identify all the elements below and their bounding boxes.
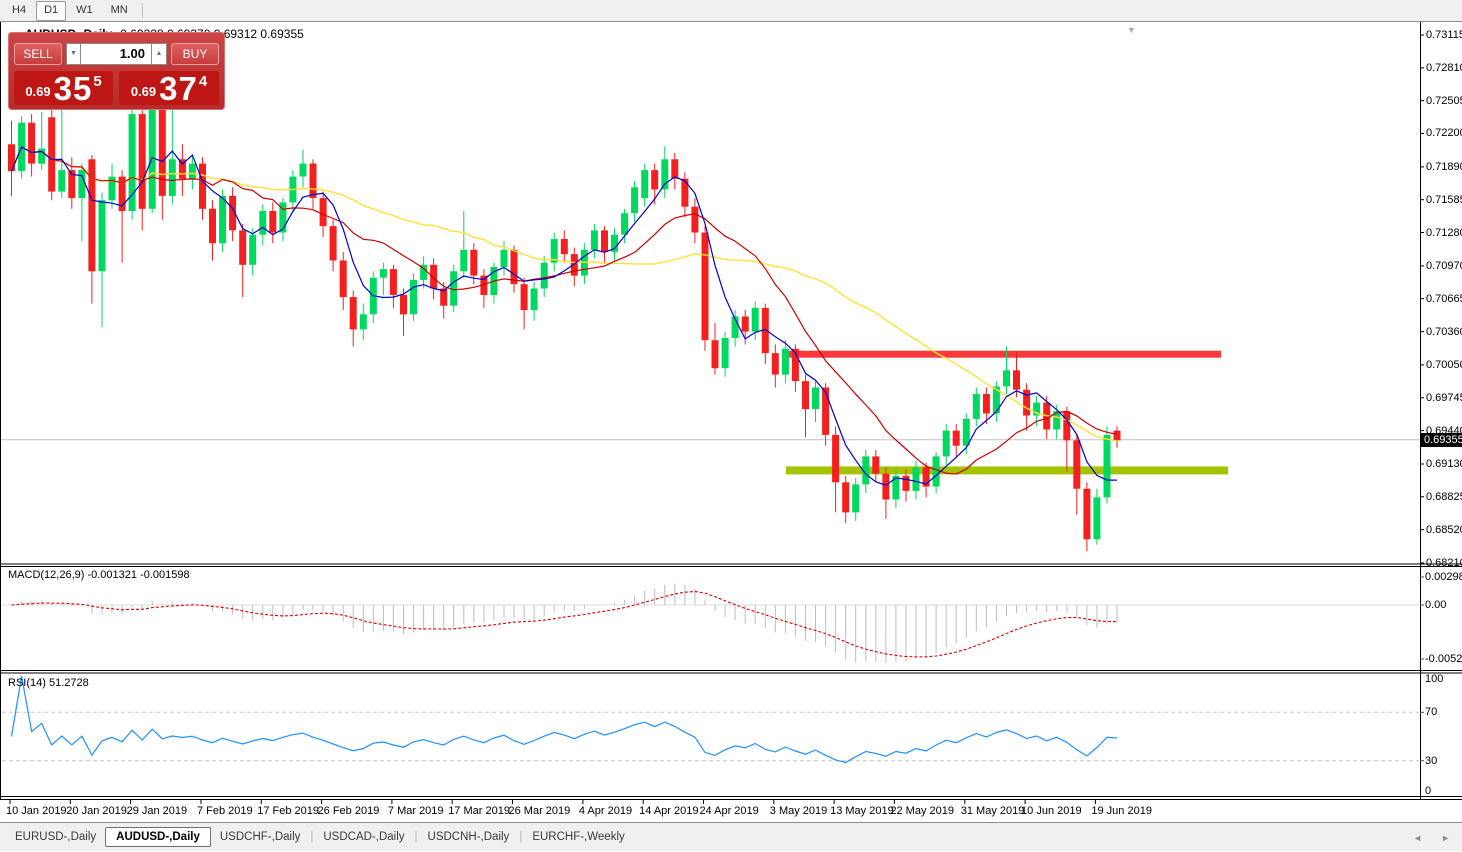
rsi-indicator-label: RSI(14) 51.2728 — [8, 677, 89, 689]
price-axis-label: 0.69745 — [1426, 391, 1462, 404]
buy-button[interactable]: BUY — [171, 43, 219, 65]
sell-price-quote[interactable]: 0.69 35 5 — [14, 71, 113, 105]
tab-scroll-left-icon[interactable]: ◄ — [1413, 833, 1422, 843]
date-axis-label: 10 Jan 2019 — [6, 805, 67, 817]
price-axis-label: 0.68825 — [1426, 490, 1462, 503]
toolbar-separator — [141, 3, 143, 18]
rsi-scale-label: 0 — [1425, 785, 1432, 797]
price-axis-label: 0.72200 — [1426, 127, 1462, 140]
timeframe-button-mn[interactable]: MN — [103, 1, 136, 21]
date-axis-label: 31 May 2019 — [960, 805, 1025, 817]
sell-button[interactable]: SELL — [14, 43, 62, 65]
price-axis-label: 0.70970 — [1426, 259, 1462, 272]
date-axis-label: 4 Apr 2019 — [578, 805, 633, 817]
timeframe-button-d1[interactable]: D1 — [36, 0, 67, 21]
price-axis-label: 0.71585 — [1426, 193, 1462, 206]
date-axis-label: 26 Mar 2019 — [508, 805, 571, 817]
rsi-scale-label: 30 — [1425, 755, 1438, 767]
buy-price-pip: 4 — [198, 73, 208, 90]
price-axis-label: 0.68520 — [1426, 523, 1462, 536]
buy-price-big: 37 — [159, 70, 198, 107]
date-axis-label: 13 May 2019 — [830, 805, 894, 817]
mt4-window: { "toolbar": { "timeframes": [ {"label":… — [0, 0, 1462, 851]
date-axis-label: 17 Mar 2019 — [448, 805, 510, 817]
buy-price-prefix: 0.69 — [130, 84, 157, 99]
volume-decrease-icon[interactable]: ▼ — [66, 43, 81, 65]
price-axis-label: 0.72505 — [1426, 94, 1462, 107]
rsi-scale-label: 70 — [1425, 706, 1438, 718]
price-axis-label: 0.71280 — [1426, 226, 1462, 239]
buy-price-quote[interactable]: 0.69 37 4 — [119, 71, 219, 105]
tab-eurchf-weekly[interactable]: EURCHF-,Weekly — [523, 831, 633, 843]
date-axis-label: 20 Jan 2019 — [66, 805, 127, 817]
sell-price-big: 35 — [53, 70, 93, 107]
timeframe-button-h4[interactable]: H4 — [4, 1, 34, 21]
tab-scroll-right-icon[interactable]: ► — [1441, 833, 1450, 843]
sell-price-pip: 5 — [93, 73, 102, 90]
date-axis-label: 19 Jun 2019 — [1091, 805, 1152, 817]
macd-indicator-label: MACD(12,26,9) -0.001321 -0.001598 — [8, 569, 190, 581]
date-axis-label: 17 Feb 2019 — [257, 805, 320, 817]
chart-canvas — [0, 22, 1462, 822]
tab-usdchf-daily[interactable]: USDCHF-,Daily — [211, 831, 310, 843]
sell-price-prefix: 0.69 — [25, 84, 51, 99]
current-price-badge: 0.69355 — [1421, 433, 1462, 447]
price-axis-label: 0.68210 — [1426, 557, 1462, 569]
scroll-to-end-icon[interactable]: ▼ — [1127, 25, 1136, 35]
price-axis-label: 0.73115 — [1426, 29, 1462, 41]
date-axis-label: 24 Apr 2019 — [699, 805, 759, 817]
tab-usdcad-daily[interactable]: USDCAD-,Daily — [314, 831, 413, 843]
macd-scale-label: 0.002984 — [1425, 571, 1462, 583]
price-axis-label: 0.72810 — [1426, 61, 1462, 74]
date-axis-label: 10 Jun 2019 — [1021, 805, 1082, 817]
one-click-trade-panel: SELL ▼ 1.00 ▲ BUY 0.69 35 5 0.69 37 4 — [8, 32, 225, 110]
date-axis-label: 14 Apr 2019 — [639, 805, 699, 817]
price-axis-label: 0.70050 — [1426, 358, 1462, 371]
price-axis-label: 0.69130 — [1426, 457, 1462, 470]
date-axis-label: 29 Jan 2019 — [126, 805, 188, 817]
symbol-tab-bar: EURUSD-,Daily AUDUSD-,Daily USDCHF-,Daily |… — [0, 822, 1462, 851]
price-axis-label: 0.70665 — [1426, 292, 1462, 305]
date-axis-label: 3 May 2019 — [769, 805, 828, 817]
date-axis-label: 7 Feb 2019 — [196, 805, 253, 817]
timeframe-toolbar: H4 D1 W1 MN — [0, 0, 1462, 22]
volume-increase-icon[interactable]: ▲ — [152, 43, 167, 65]
date-axis-label: 7 Mar 2019 — [387, 805, 444, 817]
tab-usdcnh-daily[interactable]: USDCNH-,Daily — [419, 831, 519, 843]
tab-audusd-daily[interactable]: AUDUSD-,Daily — [105, 827, 211, 847]
timeframe-button-w1[interactable]: W1 — [68, 1, 101, 21]
price-axis-label: 0.71890 — [1426, 160, 1462, 173]
macd-scale-label: 0.00 — [1425, 599, 1447, 611]
macd-scale-label: -0.005256 — [1425, 653, 1462, 665]
price-axis-label: 0.70360 — [1426, 325, 1462, 338]
tab-scroll-arrows: ◄ ► — [1413, 823, 1450, 852]
date-axis-label: 26 Feb 2019 — [317, 805, 380, 817]
tab-eurusd-daily[interactable]: EURUSD-,Daily — [6, 831, 105, 843]
rsi-scale-label: 100 — [1425, 673, 1444, 685]
date-axis-label: 22 May 2019 — [890, 805, 954, 817]
volume-input[interactable]: 1.00 — [80, 43, 152, 65]
